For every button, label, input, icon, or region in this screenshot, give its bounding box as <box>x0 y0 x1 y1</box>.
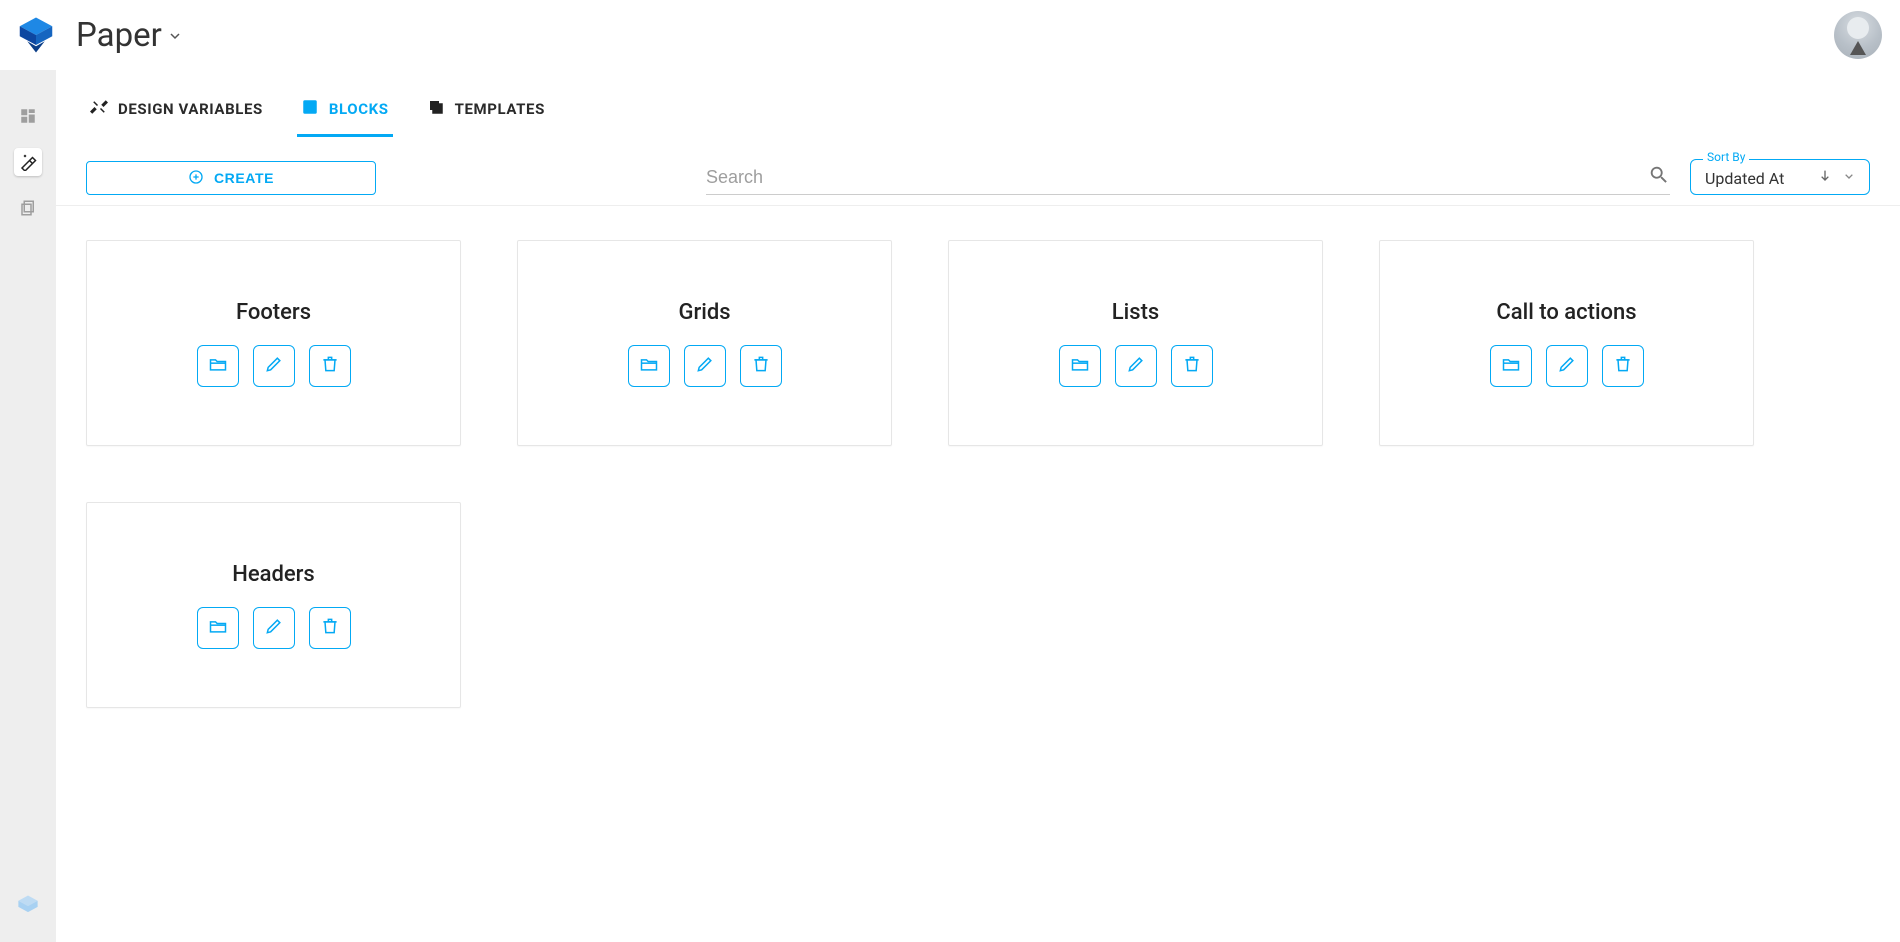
pencil-icon <box>1126 354 1146 377</box>
tab-blocks[interactable]: BLOCKS <box>297 92 393 137</box>
edit-button[interactable] <box>684 345 726 387</box>
tabs: DESIGN VARIABLES BLOCKS TEMPLATES <box>56 70 1900 137</box>
rail-design-icon[interactable] <box>14 148 42 176</box>
project-selector[interactable]: Paper <box>76 16 180 55</box>
search-field[interactable] <box>706 164 1670 195</box>
block-card: Footers <box>86 240 461 446</box>
trash-icon <box>1182 354 1202 377</box>
app-logo[interactable] <box>8 15 64 55</box>
tab-templates[interactable]: TEMPLATES <box>423 92 549 137</box>
folder-icon <box>1501 354 1521 377</box>
delete-button[interactable] <box>309 345 351 387</box>
folder-icon <box>208 354 228 377</box>
pencil-icon <box>264 354 284 377</box>
trash-icon <box>751 354 771 377</box>
folder-icon <box>208 616 228 639</box>
folder-icon <box>1070 354 1090 377</box>
trash-icon <box>1613 354 1633 377</box>
block-card: Call to actions <box>1379 240 1754 446</box>
delete-button[interactable] <box>1602 345 1644 387</box>
sort-value: Updated At <box>1705 169 1809 188</box>
card-title: Lists <box>1112 300 1159 325</box>
blocks-icon <box>301 98 319 120</box>
arrow-down-icon <box>1817 168 1833 188</box>
open-folder-button[interactable] <box>628 345 670 387</box>
tab-design-variables[interactable]: DESIGN VARIABLES <box>86 92 267 137</box>
block-card: Grids <box>517 240 892 446</box>
create-label: CREATE <box>214 170 274 186</box>
templates-icon <box>427 98 445 120</box>
card-actions <box>1059 345 1213 387</box>
card-actions <box>1490 345 1644 387</box>
sidebar-rail <box>0 70 56 942</box>
topbar: Paper <box>0 0 1900 70</box>
toolbar: CREATE Sort By Updated At <box>56 137 1900 206</box>
rail-copy-icon[interactable] <box>14 194 42 222</box>
card-title: Call to actions <box>1496 300 1636 325</box>
block-card: Lists <box>948 240 1323 446</box>
card-title: Footers <box>236 300 311 325</box>
open-folder-button[interactable] <box>197 607 239 649</box>
tab-label: DESIGN VARIABLES <box>118 100 263 118</box>
card-actions <box>628 345 782 387</box>
search-input[interactable] <box>706 167 1648 188</box>
edit-button[interactable] <box>1115 345 1157 387</box>
folder-icon <box>639 354 659 377</box>
trash-icon <box>320 354 340 377</box>
open-folder-button[interactable] <box>197 345 239 387</box>
open-folder-button[interactable] <box>1059 345 1101 387</box>
chevron-down-icon <box>1841 168 1857 188</box>
delete-button[interactable] <box>1171 345 1213 387</box>
tab-label: BLOCKS <box>329 100 389 118</box>
open-folder-button[interactable] <box>1490 345 1532 387</box>
pencil-icon <box>695 354 715 377</box>
create-button[interactable]: CREATE <box>86 161 376 195</box>
sort-label: Sort By <box>1703 150 1749 164</box>
search-icon <box>1648 164 1670 190</box>
cards-area: Footers Grids <box>56 206 1900 742</box>
pencil-icon <box>264 616 284 639</box>
card-title: Headers <box>232 562 315 587</box>
tab-label: TEMPLATES <box>455 100 545 118</box>
sort-select[interactable]: Sort By Updated At <box>1690 159 1870 195</box>
avatar[interactable] <box>1834 11 1882 59</box>
trash-icon <box>320 616 340 639</box>
delete-button[interactable] <box>309 607 351 649</box>
rail-dashboard-icon[interactable] <box>14 102 42 130</box>
plus-circle-icon <box>188 169 204 188</box>
card-title: Grids <box>678 300 730 325</box>
card-actions <box>197 345 351 387</box>
card-actions <box>197 607 351 649</box>
tools-icon <box>90 98 108 120</box>
rail-footer-logo[interactable] <box>14 892 42 924</box>
caret-down-icon <box>170 26 180 45</box>
edit-button[interactable] <box>253 607 295 649</box>
delete-button[interactable] <box>740 345 782 387</box>
edit-button[interactable] <box>253 345 295 387</box>
block-card: Headers <box>86 502 461 708</box>
page-title: Paper <box>76 16 162 55</box>
pencil-icon <box>1557 354 1577 377</box>
edit-button[interactable] <box>1546 345 1588 387</box>
